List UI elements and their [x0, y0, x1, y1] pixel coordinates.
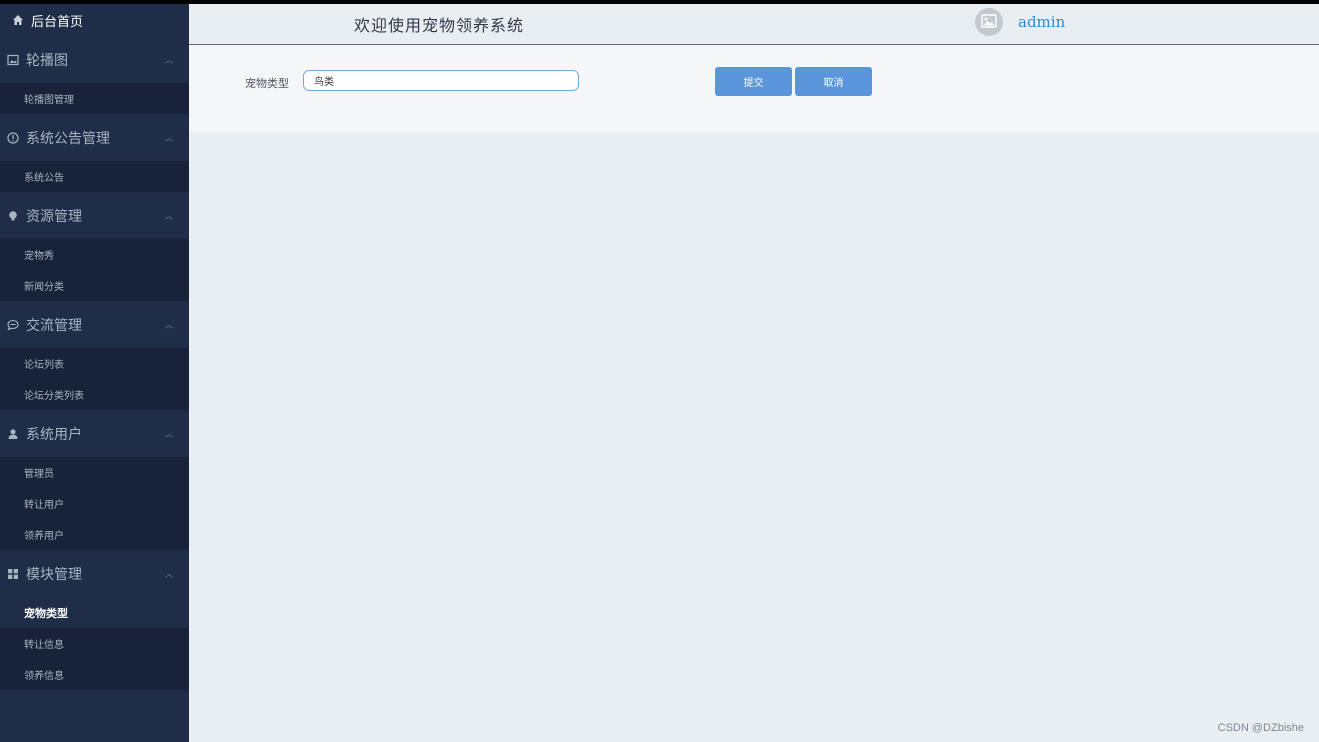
sidebar-group-label: 资源管理 — [26, 208, 82, 225]
sidebar-group-communication[interactable]: 交流管理 ︿ — [0, 301, 189, 348]
chevron-up-icon: ︿ — [165, 211, 173, 220]
sidebar-group-label: 系统用户 — [26, 426, 82, 443]
sidebar-item[interactable]: 管理员 — [0, 457, 189, 488]
pet-type-input[interactable]: 鸟类 — [303, 70, 579, 91]
sidebar-group-users[interactable]: 系统用户 ︿ — [0, 410, 189, 457]
form-panel: 宠物类型 鸟类 提交 取消 — [189, 45, 1319, 132]
sidebar-item[interactable]: 论坛分类列表 — [0, 379, 189, 410]
image-placeholder-icon — [981, 13, 997, 32]
sidebar-item[interactable]: 论坛列表 — [0, 348, 189, 379]
sidebar-group-resources[interactable]: 资源管理 ︿ — [0, 192, 189, 239]
sidebar-item[interactable]: 转让信息 — [0, 628, 189, 659]
grid-icon — [6, 567, 20, 581]
sidebar-item[interactable]: 转让用户 — [0, 488, 189, 519]
chevron-up-icon: ︿ — [165, 569, 173, 578]
image-icon — [6, 53, 20, 67]
sidebar-group-modules[interactable]: 模块管理 ︿ — [0, 550, 189, 597]
user-icon — [6, 427, 20, 441]
home-icon — [11, 13, 25, 27]
sidebar-home[interactable]: 后台首页 — [0, 4, 189, 36]
sidebar-item[interactable]: 新闻分类 — [0, 270, 189, 301]
submit-button[interactable]: 提交 — [715, 67, 792, 96]
top-header: 欢迎使用宠物领养系统 admin — [189, 4, 1319, 45]
sidebar-item[interactable]: 系统公告 — [0, 161, 189, 192]
app-frame: 后台首页 轮播图 ︿ 轮播图管理 系统公告管理 ︿ 系统公告 资源管理 ︿ 宠物… — [0, 4, 1319, 742]
sidebar-group-carousel[interactable]: 轮播图 ︿ — [0, 36, 189, 83]
pet-type-label: 宠物类型 — [245, 77, 289, 90]
sidebar-home-label: 后台首页 — [31, 14, 84, 30]
chevron-up-icon: ︿ — [165, 55, 173, 64]
page-title: 欢迎使用宠物领养系统 — [354, 16, 525, 35]
sidebar-group-label: 交流管理 — [26, 317, 82, 334]
watermark: CSDN @DZbishe — [1217, 722, 1304, 734]
sidebar-menu: 轮播图 ︿ 轮播图管理 系统公告管理 ︿ 系统公告 资源管理 ︿ 宠物秀 新闻分… — [0, 36, 189, 690]
sidebar-item[interactable]: 轮播图管理 — [0, 83, 189, 114]
chevron-up-icon: ︿ — [165, 429, 173, 438]
sidebar-item[interactable]: 领养信息 — [0, 659, 189, 690]
bulb-icon — [6, 209, 20, 223]
pet-type-value: 鸟类 — [314, 77, 334, 88]
info-icon — [6, 131, 20, 145]
chevron-up-icon: ︿ — [165, 320, 173, 329]
sidebar-item[interactable]: 领养用户 — [0, 519, 189, 550]
username[interactable]: admin — [1018, 13, 1065, 31]
chevron-up-icon: ︿ — [165, 133, 173, 142]
sidebar: 后台首页 轮播图 ︿ 轮播图管理 系统公告管理 ︿ 系统公告 资源管理 ︿ 宠物… — [0, 4, 189, 742]
sidebar-group-label: 系统公告管理 — [26, 130, 110, 147]
cancel-button[interactable]: 取消 — [795, 67, 872, 96]
sidebar-item[interactable]: 宠物秀 — [0, 239, 189, 270]
avatar[interactable] — [975, 8, 1003, 36]
sidebar-group-label: 模块管理 — [26, 566, 82, 583]
sidebar-group-label: 轮播图 — [26, 52, 68, 69]
chat-icon — [6, 318, 20, 332]
sidebar-item-active[interactable]: 宠物类型 — [0, 597, 189, 628]
sidebar-group-announcement[interactable]: 系统公告管理 ︿ — [0, 114, 189, 161]
